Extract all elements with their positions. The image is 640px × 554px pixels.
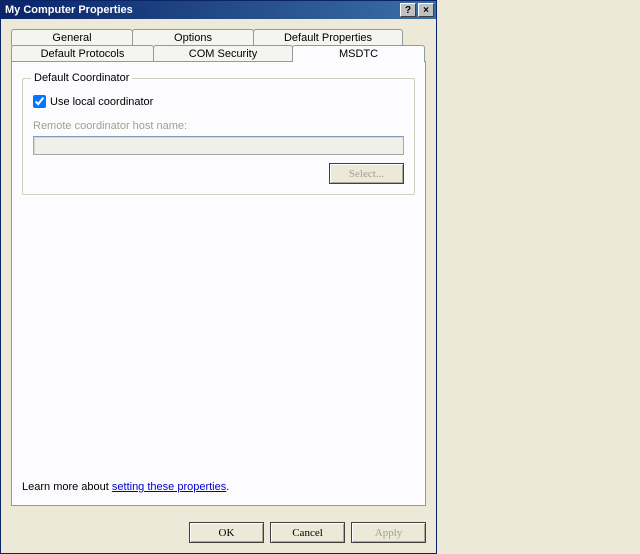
window-title: My Computer Properties (5, 4, 398, 16)
use-local-coordinator-checkbox[interactable] (33, 95, 46, 108)
titlebar: My Computer Properties ? × (1, 1, 436, 19)
help-button[interactable]: ? (400, 3, 416, 17)
tab-com-security[interactable]: COM Security (153, 45, 293, 62)
tab-default-properties[interactable]: Default Properties (253, 29, 403, 46)
tab-row-2: Default Protocols COM Security MSDTC (11, 45, 426, 62)
use-local-coordinator-label[interactable]: Use local coordinator (50, 96, 153, 108)
tab-control: General Options Default Properties Defau… (11, 29, 426, 506)
groupbox-title: Default Coordinator (31, 72, 132, 84)
remote-host-label: Remote coordinator host name: (33, 120, 404, 132)
use-local-coordinator-row: Use local coordinator (33, 95, 404, 108)
tab-default-protocols[interactable]: Default Protocols (11, 45, 154, 62)
learn-more-prefix: Learn more about (22, 481, 112, 493)
ok-button[interactable]: OK (189, 522, 264, 543)
apply-button: Apply (351, 522, 426, 543)
select-row: Select... (33, 163, 404, 184)
close-icon: × (423, 5, 429, 16)
tab-msdtc[interactable]: MSDTC (292, 45, 425, 62)
tab-options[interactable]: Options (132, 29, 254, 46)
dialog-window: My Computer Properties ? × General Optio… (0, 0, 437, 554)
tab-general[interactable]: General (11, 29, 133, 46)
default-coordinator-group: Default Coordinator Use local coordinato… (22, 78, 415, 195)
learn-more-link[interactable]: setting these properties (112, 481, 226, 493)
learn-more-period: . (226, 481, 229, 493)
learn-more-text: Learn more about setting these propertie… (22, 481, 229, 493)
dialog-button-row: OK Cancel Apply (1, 514, 436, 553)
tab-panel-msdtc: Default Coordinator Use local coordinato… (11, 61, 426, 506)
select-button: Select... (329, 163, 404, 184)
dialog-body: General Options Default Properties Defau… (1, 19, 436, 514)
close-button[interactable]: × (418, 3, 434, 17)
tab-row-1: General Options Default Properties (11, 29, 426, 46)
remote-host-input (33, 136, 404, 155)
titlebar-buttons: ? × (398, 3, 434, 17)
cancel-button[interactable]: Cancel (270, 522, 345, 543)
